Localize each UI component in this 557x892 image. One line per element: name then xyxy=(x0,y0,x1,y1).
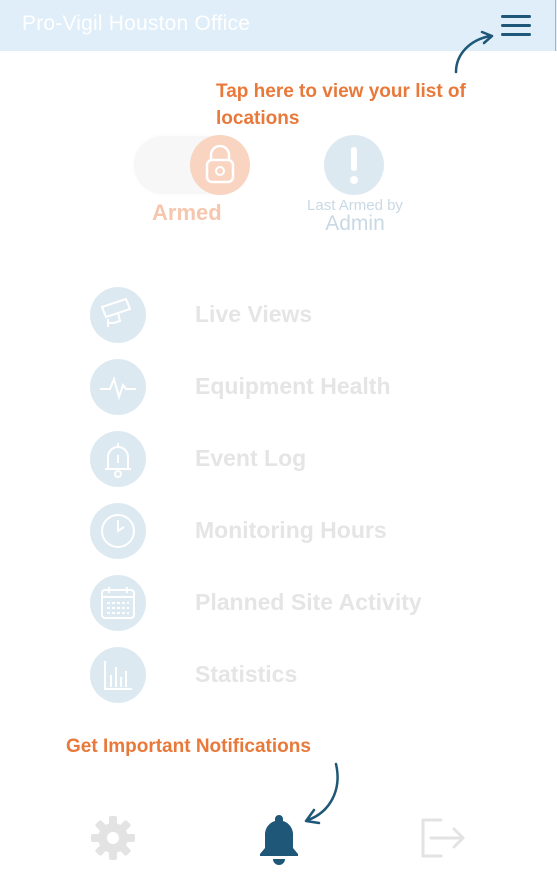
menu-item-label: Equipment Health xyxy=(195,373,391,399)
menu-item-equipment-health[interactable]: Equipment Health xyxy=(90,359,490,415)
notifications-tip: Get Important Notifications xyxy=(66,736,311,757)
hamburger-menu-icon[interactable] xyxy=(501,12,535,40)
heartbeat-icon xyxy=(90,359,146,415)
menu-item-label: Planned Site Activity xyxy=(195,589,422,615)
menu-item-label: Monitoring Hours xyxy=(195,517,387,543)
menu-item-planned-site-activity[interactable]: Planned Site Activity xyxy=(90,575,490,631)
cctv-camera-icon xyxy=(90,287,146,343)
menu-item-statistics[interactable]: Statistics xyxy=(90,647,490,703)
menu-item-label: Live Views xyxy=(195,301,313,327)
header-divider xyxy=(555,0,556,51)
bell-icon xyxy=(90,431,146,487)
curved-arrow-icon xyxy=(454,30,494,74)
calendar-icon xyxy=(90,575,146,631)
logout-icon xyxy=(421,818,465,858)
settings-button[interactable] xyxy=(88,812,138,869)
lock-icon[interactable] xyxy=(190,135,250,195)
bar-chart-icon xyxy=(90,647,146,703)
menu-item-label: Event Log xyxy=(195,445,307,471)
logout-button[interactable] xyxy=(417,812,469,869)
armed-status-label: Armed xyxy=(152,200,222,225)
menu-item-monitoring-hours[interactable]: Monitoring Hours xyxy=(90,503,490,559)
menu-item-live-views[interactable]: Live Views xyxy=(90,287,490,343)
clock-icon xyxy=(90,503,146,559)
gear-icon xyxy=(91,816,135,860)
notification-bell-icon xyxy=(260,815,298,865)
exclamation-icon xyxy=(324,135,384,195)
menu-item-label: Statistics xyxy=(195,661,298,687)
curved-arrow-down-icon xyxy=(304,762,339,825)
locations-tip: Tap here to view your list of locations xyxy=(216,81,466,129)
notifications-button[interactable] xyxy=(254,812,304,873)
menu-item-event-log[interactable]: Event Log xyxy=(90,431,490,487)
location-title: Pro-Vigil Houston Office xyxy=(22,12,251,35)
last-armed-user: Admin xyxy=(325,212,385,235)
